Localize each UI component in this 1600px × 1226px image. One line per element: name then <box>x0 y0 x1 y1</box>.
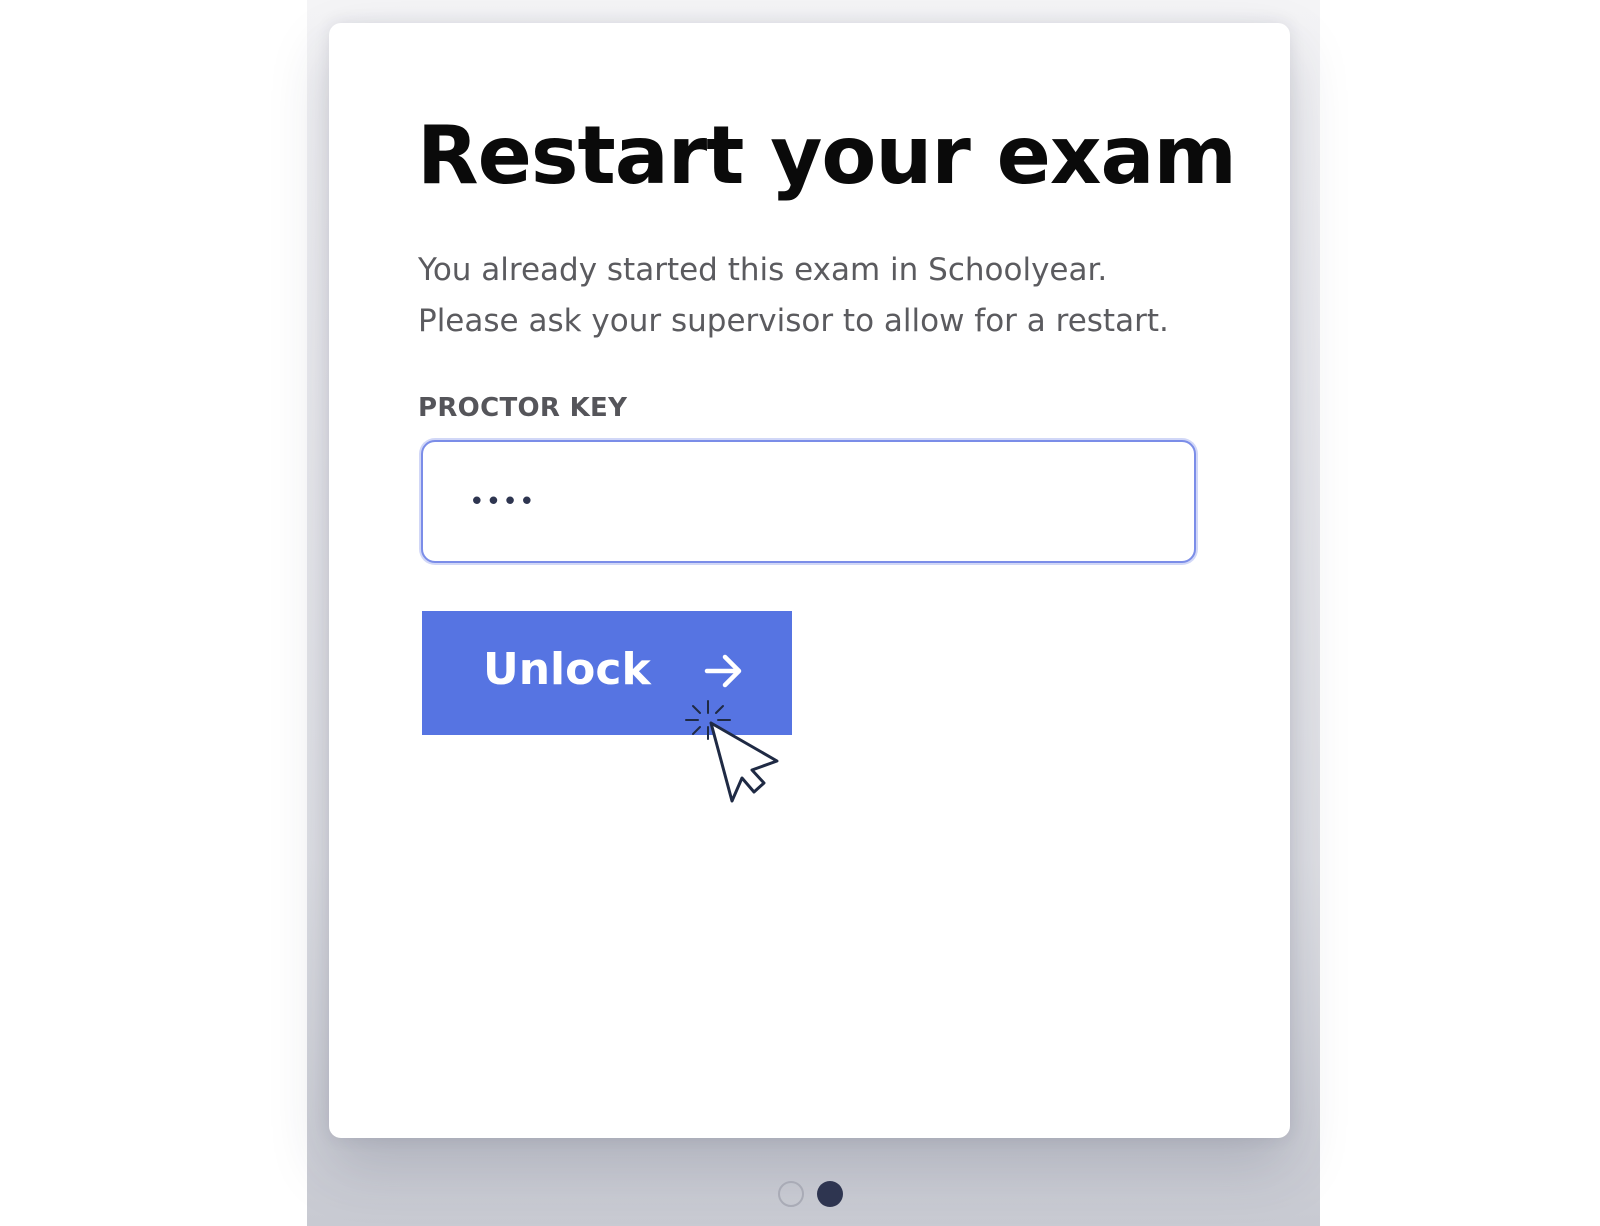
proctor-key-input[interactable] <box>421 440 1196 563</box>
unlock-button-label: Unlock <box>483 644 651 695</box>
unlock-button[interactable]: Unlock <box>422 611 792 735</box>
proctor-key-label: PROCTOR KEY <box>418 393 628 423</box>
arrow-right-icon <box>704 654 742 688</box>
page-title: Restart your exam <box>417 109 1237 202</box>
description-line-1: You already started this exam in Schooly… <box>418 252 1108 288</box>
pagination-dots <box>778 1181 843 1207</box>
page-dot-2-active[interactable] <box>817 1181 843 1207</box>
page-dot-1[interactable] <box>778 1181 804 1207</box>
description: You already started this exam in Schooly… <box>418 245 1298 347</box>
description-line-2: Please ask your supervisor to allow for … <box>418 303 1169 339</box>
